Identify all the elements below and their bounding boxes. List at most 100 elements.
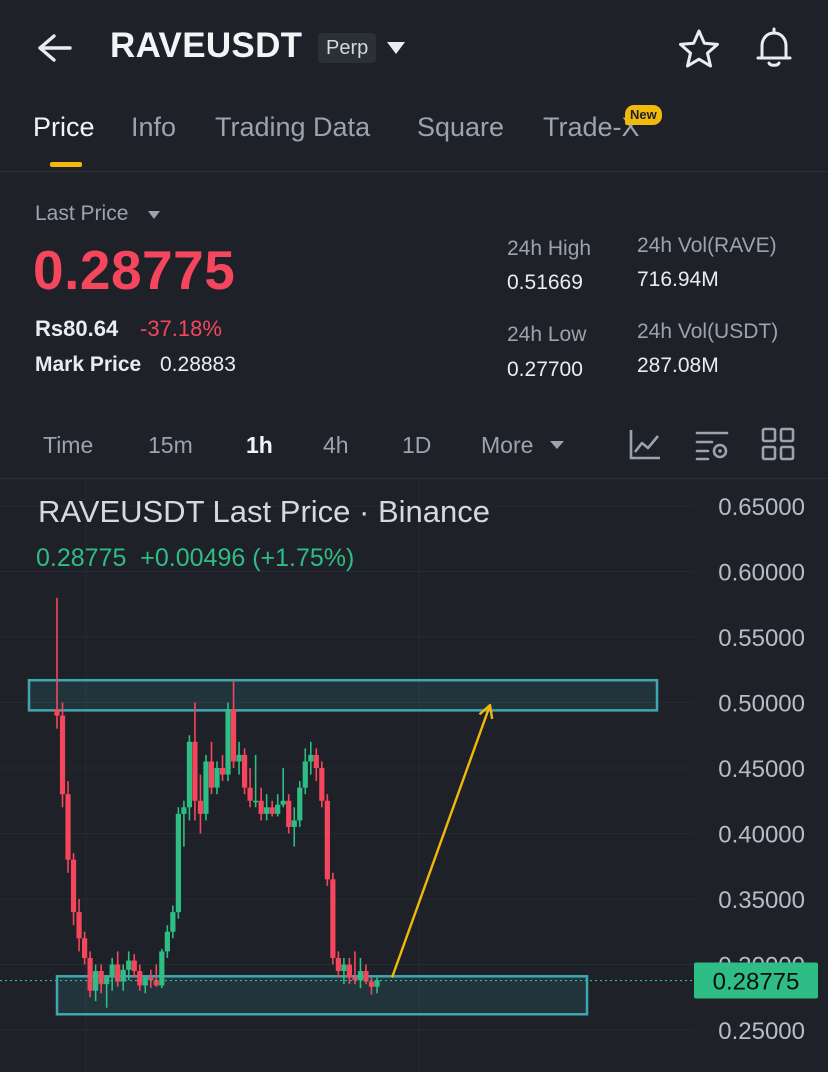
vol-rave-value: 716.94M	[637, 268, 719, 291]
tab-info[interactable]: Info	[131, 112, 176, 143]
candle-body	[346, 964, 353, 978]
interval-more[interactable]: More	[481, 432, 533, 459]
candle-body	[137, 971, 143, 986]
candle-body	[186, 741, 193, 808]
indicator-chart-icon[interactable]	[627, 426, 663, 462]
legend-change: +0.00496 (+1.75%)	[140, 544, 355, 572]
candle-body	[341, 964, 347, 972]
candle-body	[230, 709, 237, 762]
vol-usdt-value: 287.08M	[637, 354, 719, 377]
vol-rave-label: 24h Vol(RAVE)	[637, 234, 777, 257]
candle-body	[59, 715, 66, 795]
more-caret-icon[interactable]	[549, 440, 565, 450]
candle-body	[275, 804, 281, 814]
candle-body	[109, 964, 115, 978]
tab-square[interactable]: Square	[417, 112, 504, 143]
mark-price-value: 0.28883	[160, 353, 236, 376]
candle-body	[126, 960, 132, 970]
candle-body	[219, 768, 226, 775]
star-icon[interactable]	[678, 28, 720, 70]
candle-body	[54, 709, 60, 716]
fiat-price: Rs80.64	[35, 316, 119, 341]
last-price-value: 0.28775	[33, 239, 236, 301]
chart-title: RAVEUSDT Last Price · Binance	[38, 494, 490, 529]
y-tick-label: 0.65000	[718, 494, 805, 521]
interval-1d[interactable]: 1D	[402, 432, 431, 459]
candle-body	[65, 794, 71, 860]
mark-price-label: Mark Price	[35, 353, 142, 376]
back-arrow-icon[interactable]	[34, 30, 74, 66]
candle-body	[142, 977, 148, 986]
candle-body	[269, 807, 275, 814]
target-arrow	[390, 704, 492, 979]
candle-body	[374, 980, 380, 987]
candle-body	[280, 800, 286, 805]
candle-body	[253, 800, 259, 803]
last-price-caret-icon[interactable]	[147, 210, 161, 220]
y-tick-label: 0.55000	[718, 625, 805, 652]
candle-body	[357, 971, 364, 981]
candle-body	[302, 761, 308, 788]
resistance-zone	[27, 678, 659, 712]
interval-15m[interactable]: 15m	[148, 432, 193, 459]
legend-price: 0.28775	[36, 544, 127, 572]
high-24h-value: 0.51669	[507, 271, 583, 294]
y-tick-label: 0.45000	[718, 756, 805, 783]
candle-body	[203, 761, 209, 814]
current-price-label: 0.28775	[713, 969, 800, 996]
candle-body	[164, 931, 170, 952]
candle-body	[115, 964, 121, 982]
header: RAVEUSDT Perp	[0, 0, 828, 100]
candle-body	[225, 709, 231, 775]
candle-body	[120, 969, 126, 982]
candle-body	[81, 938, 88, 958]
candle-body	[335, 957, 341, 972]
y-tick-label: 0.50000	[718, 691, 805, 718]
interval-1h[interactable]: 1h	[246, 432, 273, 459]
candle-body	[197, 800, 204, 814]
candle-body	[214, 768, 220, 788]
candle-body	[148, 977, 154, 981]
candle-body	[264, 807, 270, 814]
grid-layout-icon[interactable]	[760, 426, 796, 462]
support-zone	[55, 975, 589, 1016]
candle-body	[286, 800, 292, 827]
vol-usdt-label: 24h Vol(USDT)	[637, 320, 779, 343]
low-24h-label: 24h Low	[507, 323, 587, 346]
dropdown-caret-icon[interactable]	[386, 41, 406, 55]
tab-active-indicator	[50, 162, 82, 167]
tab-trading-data[interactable]: Trading Data	[215, 112, 370, 143]
candle-body	[291, 820, 297, 827]
symbol-title[interactable]: RAVEUSDT	[110, 26, 302, 66]
candle-body	[208, 761, 215, 788]
last-price-label[interactable]: Last Price	[35, 202, 128, 226]
tab-price[interactable]: Price	[33, 112, 95, 143]
candle-body	[368, 981, 375, 987]
candle-body	[313, 754, 319, 768]
candle-body	[175, 813, 181, 913]
candle-body	[258, 800, 264, 814]
interval-4h[interactable]: 4h	[323, 432, 349, 459]
candle-body	[181, 807, 187, 814]
candle-body	[352, 977, 358, 981]
candle-body	[131, 960, 137, 972]
tab-bar: Price Info Trading Data Square Trade-X	[0, 104, 828, 172]
candle-body	[308, 754, 314, 762]
candle-body	[297, 787, 303, 821]
candle-body	[324, 800, 330, 880]
price-change-percent: -37.18%	[140, 316, 222, 341]
new-badge: New	[625, 105, 662, 125]
y-tick-label: 0.40000	[718, 822, 805, 849]
perp-badge: Perp	[318, 33, 377, 63]
high-24h-label: 24h High	[507, 237, 592, 260]
candle-body	[319, 768, 325, 801]
low-24h-value: 0.27700	[507, 358, 583, 381]
candle-body	[70, 859, 77, 913]
section-divider	[0, 478, 828, 479]
chart-settings-icon[interactable]	[694, 426, 730, 462]
interval-time[interactable]: Time	[43, 432, 93, 459]
candle-body	[170, 912, 176, 932]
bell-icon[interactable]	[752, 26, 796, 70]
candle-body	[98, 971, 104, 985]
candle-body	[247, 787, 253, 801]
